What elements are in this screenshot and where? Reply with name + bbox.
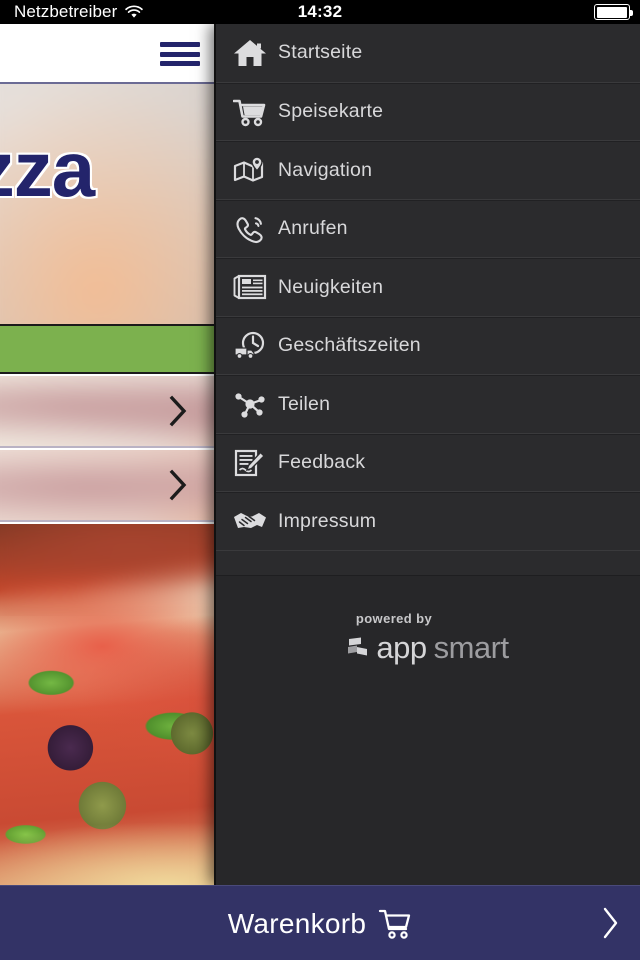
drawer-item-label: Startseite <box>278 41 363 64</box>
battery-full-icon <box>594 4 633 20</box>
app-screen: Netzbetreiber 14:32 Pizza <box>0 0 640 960</box>
powered-by-label: powered by <box>355 611 433 626</box>
drawer-item-label: Teilen <box>278 392 331 415</box>
drawer-item-speisekarte[interactable]: Speisekarte <box>216 82 640 141</box>
drawer-item-label: Geschäftszeiten <box>278 334 421 357</box>
brand-name-smart: smart <box>433 630 510 665</box>
shopping-cart-icon <box>222 92 278 132</box>
shopping-cart-icon <box>379 909 411 939</box>
drawer-item-label: Speisekarte <box>278 100 384 123</box>
cart-bar[interactable]: Warenkorb <box>0 885 640 960</box>
newspaper-icon <box>222 267 278 307</box>
drawer-item-neuigkeiten[interactable]: Neuigkeiten <box>216 258 640 317</box>
drawer-item-feedback[interactable]: Feedback <box>216 433 640 492</box>
handshake-icon <box>222 501 278 541</box>
hero-title: Pizza <box>0 125 95 213</box>
navigation-drawer: Startseite Speisekarte Navigation Anrufe… <box>214 24 640 885</box>
drawer-menu: Startseite Speisekarte Navigation Anrufe… <box>216 24 640 551</box>
phone-icon <box>222 209 278 249</box>
chevron-right-icon[interactable] <box>600 905 622 941</box>
chevron-right-icon <box>169 469 187 501</box>
drawer-item-geschaeftszeiten[interactable]: Geschäftszeiten <box>216 316 640 375</box>
brand-name-app: app <box>376 630 427 665</box>
drawer-item-teilen[interactable]: Teilen <box>216 375 640 434</box>
hamburger-menu-icon[interactable] <box>160 40 200 68</box>
drawer-item-label: Navigation <box>278 158 373 181</box>
appsmart-branding: powered by app smart <box>216 611 640 666</box>
cart-bar-content: Warenkorb <box>0 886 640 960</box>
clock-label: 14:32 <box>297 2 343 21</box>
drawer-item-label: Feedback <box>278 451 366 474</box>
note-pencil-icon <box>222 443 278 483</box>
delivery-clock-icon <box>222 326 278 366</box>
drawer-item-label: Anrufen <box>278 217 348 240</box>
status-bar: Netzbetreiber 14:32 <box>0 0 640 24</box>
drawer-item-anrufen[interactable]: Anrufen <box>216 199 640 258</box>
drawer-item-startseite[interactable]: Startseite <box>216 24 640 83</box>
cart-label: Warenkorb <box>227 907 367 939</box>
drawer-item-label: Impressum <box>278 509 377 532</box>
home-icon <box>222 33 278 73</box>
drawer-item-navigation[interactable]: Navigation <box>216 141 640 200</box>
drawer-item-impressum[interactable]: Impressum <box>216 492 640 551</box>
map-pin-icon <box>222 150 278 190</box>
drawer-item-label: Neuigkeiten <box>278 275 384 298</box>
share-icon <box>222 384 278 424</box>
chevron-right-icon <box>169 395 187 427</box>
status-bar-right <box>594 0 633 24</box>
appsmart-blocks-icon <box>348 637 368 656</box>
drawer-footer: powered by app smart <box>216 575 640 885</box>
